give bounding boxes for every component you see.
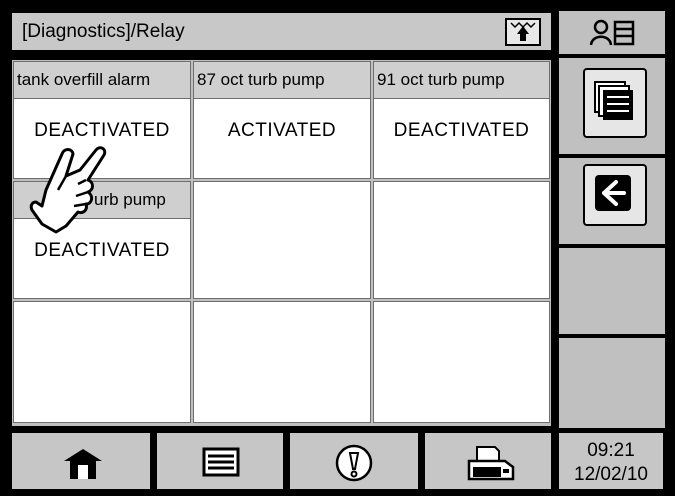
list-view-icon (594, 81, 633, 120)
relay-cell[interactable]: 91 oct turb pump DEACTIVATED (373, 61, 550, 179)
empty-cell (373, 301, 550, 423)
menu-list-icon (202, 447, 240, 477)
relay-status: DEACTIVATED (34, 240, 170, 261)
list-view-button[interactable] (557, 58, 665, 154)
relay-name: 91 oct turb pump (374, 62, 549, 99)
back-button[interactable] (557, 158, 665, 244)
empty-cell (193, 181, 371, 299)
user-list-icon (589, 19, 635, 46)
back-arrow-icon (595, 175, 631, 211)
home-icon (64, 449, 102, 479)
relay-grid: tank overfill alarm DEACTIVATED 87 oct t… (10, 58, 553, 428)
back-face (583, 164, 647, 226)
user-list-button[interactable] (557, 11, 665, 54)
clock-display: 09:21 12/02/10 (557, 431, 665, 491)
relay-name: tank overfill alarm (14, 62, 190, 99)
print-button[interactable] (423, 431, 553, 491)
breadcrumb: [Diagnostics]/Relay (22, 21, 185, 42)
relay-cell[interactable]: 87 oct turb pump ACTIVATED (193, 61, 371, 179)
list-view-face (583, 68, 647, 138)
empty-cell (193, 301, 371, 423)
printer-icon (467, 446, 515, 481)
home-button[interactable] (10, 431, 152, 491)
upload-button[interactable] (505, 18, 541, 46)
sidebar-empty-button[interactable] (557, 338, 665, 428)
alarm-button[interactable] (288, 431, 420, 491)
relay-status: DEACTIVATED (34, 120, 170, 141)
menu-list-button[interactable] (155, 431, 285, 491)
relay-status: DEACTIVATED (393, 120, 530, 141)
title-bar: [Diagnostics]/Relay (10, 11, 553, 52)
hand-pointer-icon (29, 146, 107, 234)
clock-time: 09:21 (587, 440, 635, 461)
sidebar-empty-button[interactable] (557, 248, 665, 334)
alarm-warning-icon (335, 444, 373, 482)
clock-date: 12/02/10 (574, 464, 648, 485)
empty-cell (13, 301, 191, 423)
relay-status: ACTIVATED (227, 120, 337, 141)
upload-arrow-icon (510, 21, 536, 41)
relay-name: 87 oct turb pump (194, 62, 370, 99)
empty-cell (373, 181, 550, 299)
